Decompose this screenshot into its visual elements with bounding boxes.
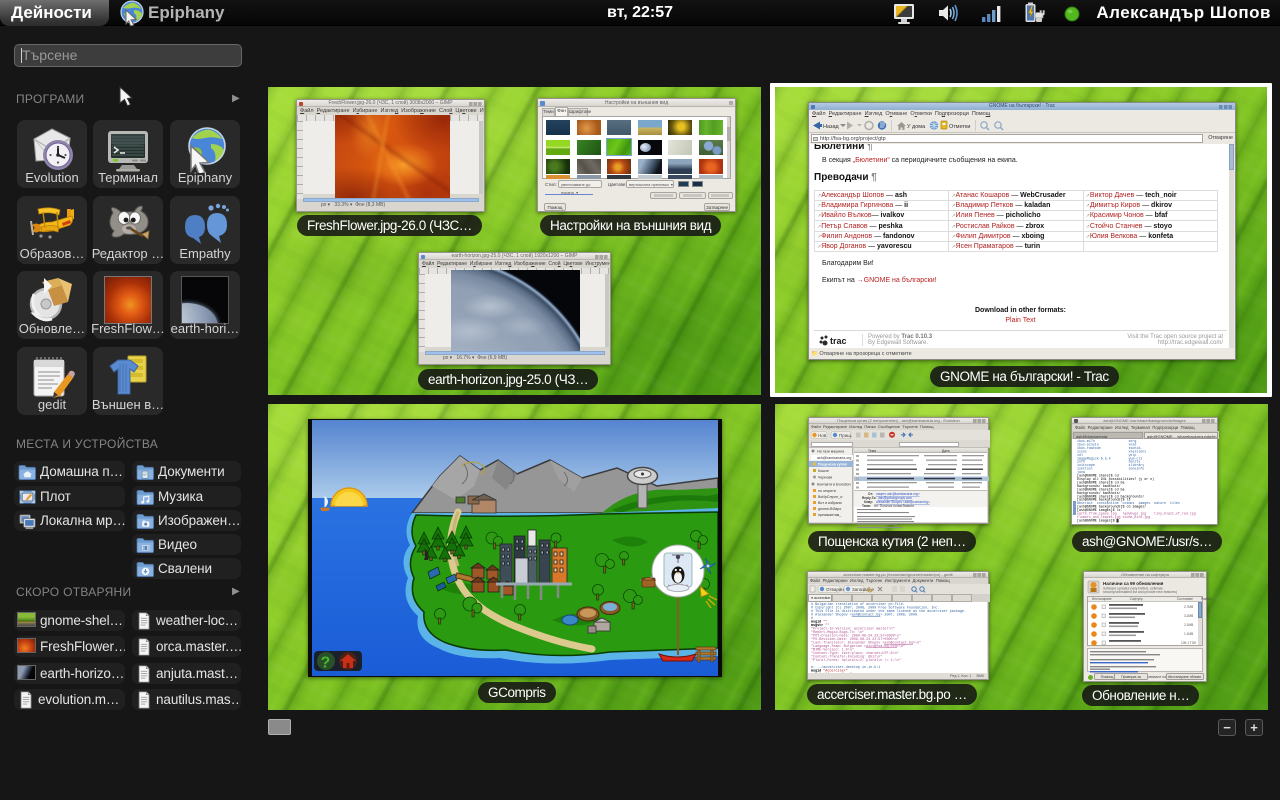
svg-text:Пращ.: Пращ. <box>839 433 852 438</box>
svg-text:Кошче: Кошче <box>818 469 829 473</box>
svg-text:1.1MB: 1.1MB <box>1184 632 1193 636</box>
svg-text:Вот и избрани: Вот и избрани <box>818 501 842 505</box>
svg-text:3.2MB: 3.2MB <box>1184 614 1193 618</box>
svg-text:Чернови: Чернови <box>818 476 832 480</box>
svg-text:Назад: Назад <box>823 124 840 130</box>
svg-text:2.1MB: 2.1MB <box>1184 623 1193 627</box>
svg-text:2.7MB: 2.7MB <box>1184 605 1193 609</box>
svg-text:109.1 TOK: 109.1 TOK <box>1181 641 1197 645</box>
svg-text:Отметки: Отметки <box>949 124 970 130</box>
svg-text:Тема: Тема <box>868 449 876 453</box>
svg-text:ash@kambanaria.org: ash@kambanaria.org <box>817 456 851 460</box>
svg-text:security/uninstalled list and: security/uninstalled list and provide ne… <box>1103 590 1177 594</box>
svg-text:презакантам_: презакантам_ <box>818 513 842 517</box>
svg-text:Пощенска кутия: Пощенска кутия <box>818 463 847 467</box>
svg-text:У дома: У дома <box>907 124 926 130</box>
svg-text:На тази машина: На тази машина <box>817 450 844 454</box>
svg-text:?: ? <box>321 655 331 672</box>
svg-text:Нов: Нов <box>818 433 827 438</box>
svg-text:Дата: Дата <box>942 449 950 453</box>
svg-text:gnome-BGвро: gnome-BGвро <box>818 507 841 511</box>
svg-text:Контакти в Evolution: Контакти в Evolution <box>817 483 851 487</box>
svg-text:trac: trac <box>830 336 847 346</box>
svg-text:но открити: но открити <box>818 489 836 493</box>
svg-text:Налични са 99 обновления: Налични са 99 обновления <box>1103 580 1164 586</box>
svg-text:ВхИрСлучнг_и: ВхИрСлучнг_и <box>818 495 842 499</box>
